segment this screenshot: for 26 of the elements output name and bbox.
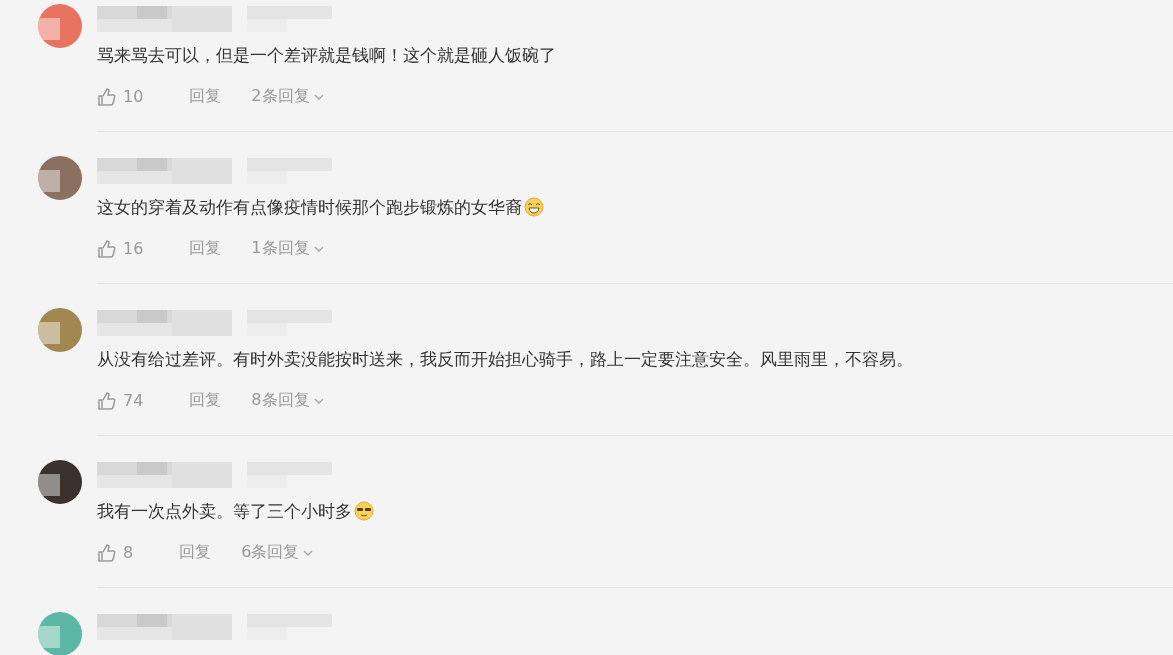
replies-toggle[interactable]: 8条回复 [251,390,324,411]
reply-link[interactable]: 回复 [189,390,222,411]
like-button[interactable]: 10 [97,86,144,107]
replies-toggle[interactable]: 2条回复 [251,86,324,107]
thumbs-up-icon [97,86,117,107]
comment-text: 我有一次点外卖。等了三个小时多 [97,500,352,523]
thumbs-up-icon [97,390,117,411]
replies-toggle[interactable]: 6条回复 [241,542,314,563]
replies-toggle[interactable]: 1条回复 [251,238,324,259]
chevron-down-icon [303,549,314,556]
thumbs-up-icon [97,238,117,259]
like-button[interactable]: 16 [97,238,144,259]
reply-link[interactable]: 回复 [189,238,222,259]
grinning-emoji-icon [524,197,544,217]
chevron-down-icon [313,245,324,252]
chevron-down-icon [313,397,324,404]
comment-text: 从没有给过差评。有时外卖没能按时送来，我反而开始担心骑手，路上一定要注意安全。风里雨里，不容易。 [97,348,913,371]
like-button[interactable]: 8 [97,542,134,563]
reply-link[interactable]: 回复 [179,542,212,563]
comment-text: 骂来骂去可以，但是一个差评就是钱啊！这个就是砸人饭碗了 [97,44,556,67]
thumbs-up-icon [97,542,117,563]
comment-text: 这女的穿着及动作有点像疫情时候那个跑步锻炼的女华裔 [97,196,522,219]
like-button[interactable]: 74 [97,390,144,411]
chevron-down-icon [313,93,324,100]
sunglasses-emoji-icon [354,501,374,521]
reply-link[interactable]: 回复 [189,86,222,107]
